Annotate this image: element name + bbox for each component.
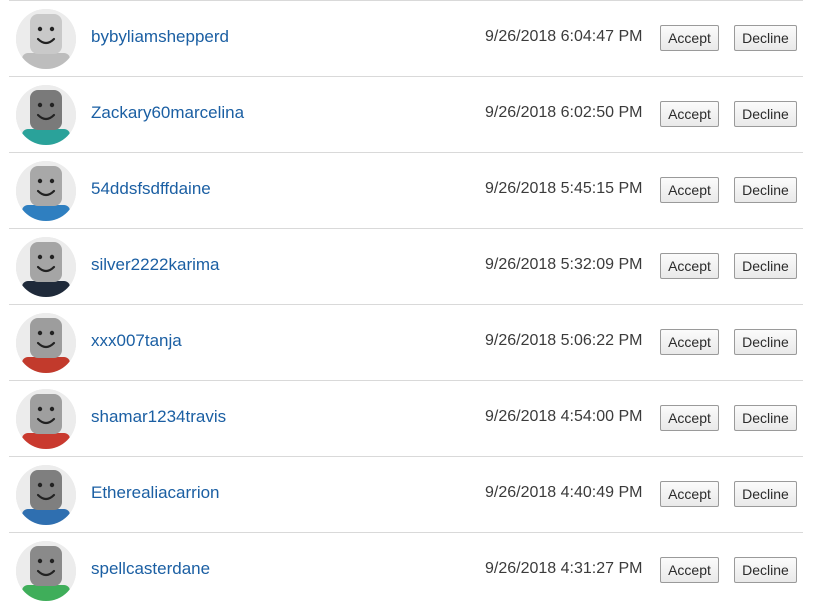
accept-button[interactable]: Accept	[660, 25, 719, 51]
decline-button[interactable]: Decline	[734, 481, 797, 507]
accept-button[interactable]: Accept	[660, 405, 719, 431]
avatar-icon[interactable]	[16, 237, 76, 297]
username-link[interactable]: xxx007tanja	[91, 331, 182, 351]
decline-button[interactable]: Decline	[734, 253, 797, 279]
decline-button[interactable]: Decline	[734, 405, 797, 431]
decline-button[interactable]: Decline	[734, 557, 797, 583]
accept-button[interactable]: Accept	[660, 253, 719, 279]
request-timestamp: 9/26/2018 6:04:47 PM	[485, 28, 643, 45]
avatar-icon[interactable]	[16, 161, 76, 221]
decline-button[interactable]: Decline	[734, 25, 797, 51]
request-timestamp: 9/26/2018 4:54:00 PM	[485, 408, 643, 425]
avatar-icon[interactable]	[16, 9, 76, 69]
avatar-icon[interactable]	[16, 389, 76, 449]
request-timestamp: 9/26/2018 4:40:49 PM	[485, 484, 643, 501]
avatar-icon[interactable]	[16, 465, 76, 525]
friend-request-list: bybyliamshepperd 9/26/2018 6:04:47 PM Ac…	[9, 0, 803, 608]
request-timestamp: 9/26/2018 5:45:15 PM	[485, 180, 643, 197]
avatar-icon[interactable]	[16, 85, 76, 145]
list-item: 54ddsfsdffdaine 9/26/2018 5:45:15 PM Acc…	[9, 152, 803, 228]
accept-button[interactable]: Accept	[660, 329, 719, 355]
username-link[interactable]: shamar1234travis	[91, 407, 226, 427]
avatar-icon[interactable]	[16, 541, 76, 601]
username-link[interactable]: bybyliamshepperd	[91, 27, 229, 47]
request-timestamp: 9/26/2018 5:06:22 PM	[485, 332, 643, 349]
decline-button[interactable]: Decline	[734, 177, 797, 203]
username-link[interactable]: Zackary60marcelina	[91, 103, 244, 123]
username-link[interactable]: spellcasterdane	[91, 559, 210, 579]
decline-button[interactable]: Decline	[734, 101, 797, 127]
avatar-icon[interactable]	[16, 313, 76, 373]
accept-button[interactable]: Accept	[660, 481, 719, 507]
list-item: Etherealiacarrion 9/26/2018 4:40:49 PM A…	[9, 456, 803, 532]
username-link[interactable]: Etherealiacarrion	[91, 483, 220, 503]
list-item: shamar1234travis 9/26/2018 4:54:00 PM Ac…	[9, 380, 803, 456]
request-timestamp: 9/26/2018 4:31:27 PM	[485, 560, 643, 577]
list-item: xxx007tanja 9/26/2018 5:06:22 PM Accept …	[9, 304, 803, 380]
decline-button[interactable]: Decline	[734, 329, 797, 355]
accept-button[interactable]: Accept	[660, 557, 719, 583]
list-item: silver2222karima 9/26/2018 5:32:09 PM Ac…	[9, 228, 803, 304]
list-item: bybyliamshepperd 9/26/2018 6:04:47 PM Ac…	[9, 0, 803, 76]
accept-button[interactable]: Accept	[660, 177, 719, 203]
username-link[interactable]: 54ddsfsdffdaine	[91, 179, 211, 199]
request-timestamp: 9/26/2018 6:02:50 PM	[485, 104, 643, 121]
request-timestamp: 9/26/2018 5:32:09 PM	[485, 256, 643, 273]
accept-button[interactable]: Accept	[660, 101, 719, 127]
username-link[interactable]: silver2222karima	[91, 255, 220, 275]
list-item: Zackary60marcelina 9/26/2018 6:02:50 PM …	[9, 76, 803, 152]
